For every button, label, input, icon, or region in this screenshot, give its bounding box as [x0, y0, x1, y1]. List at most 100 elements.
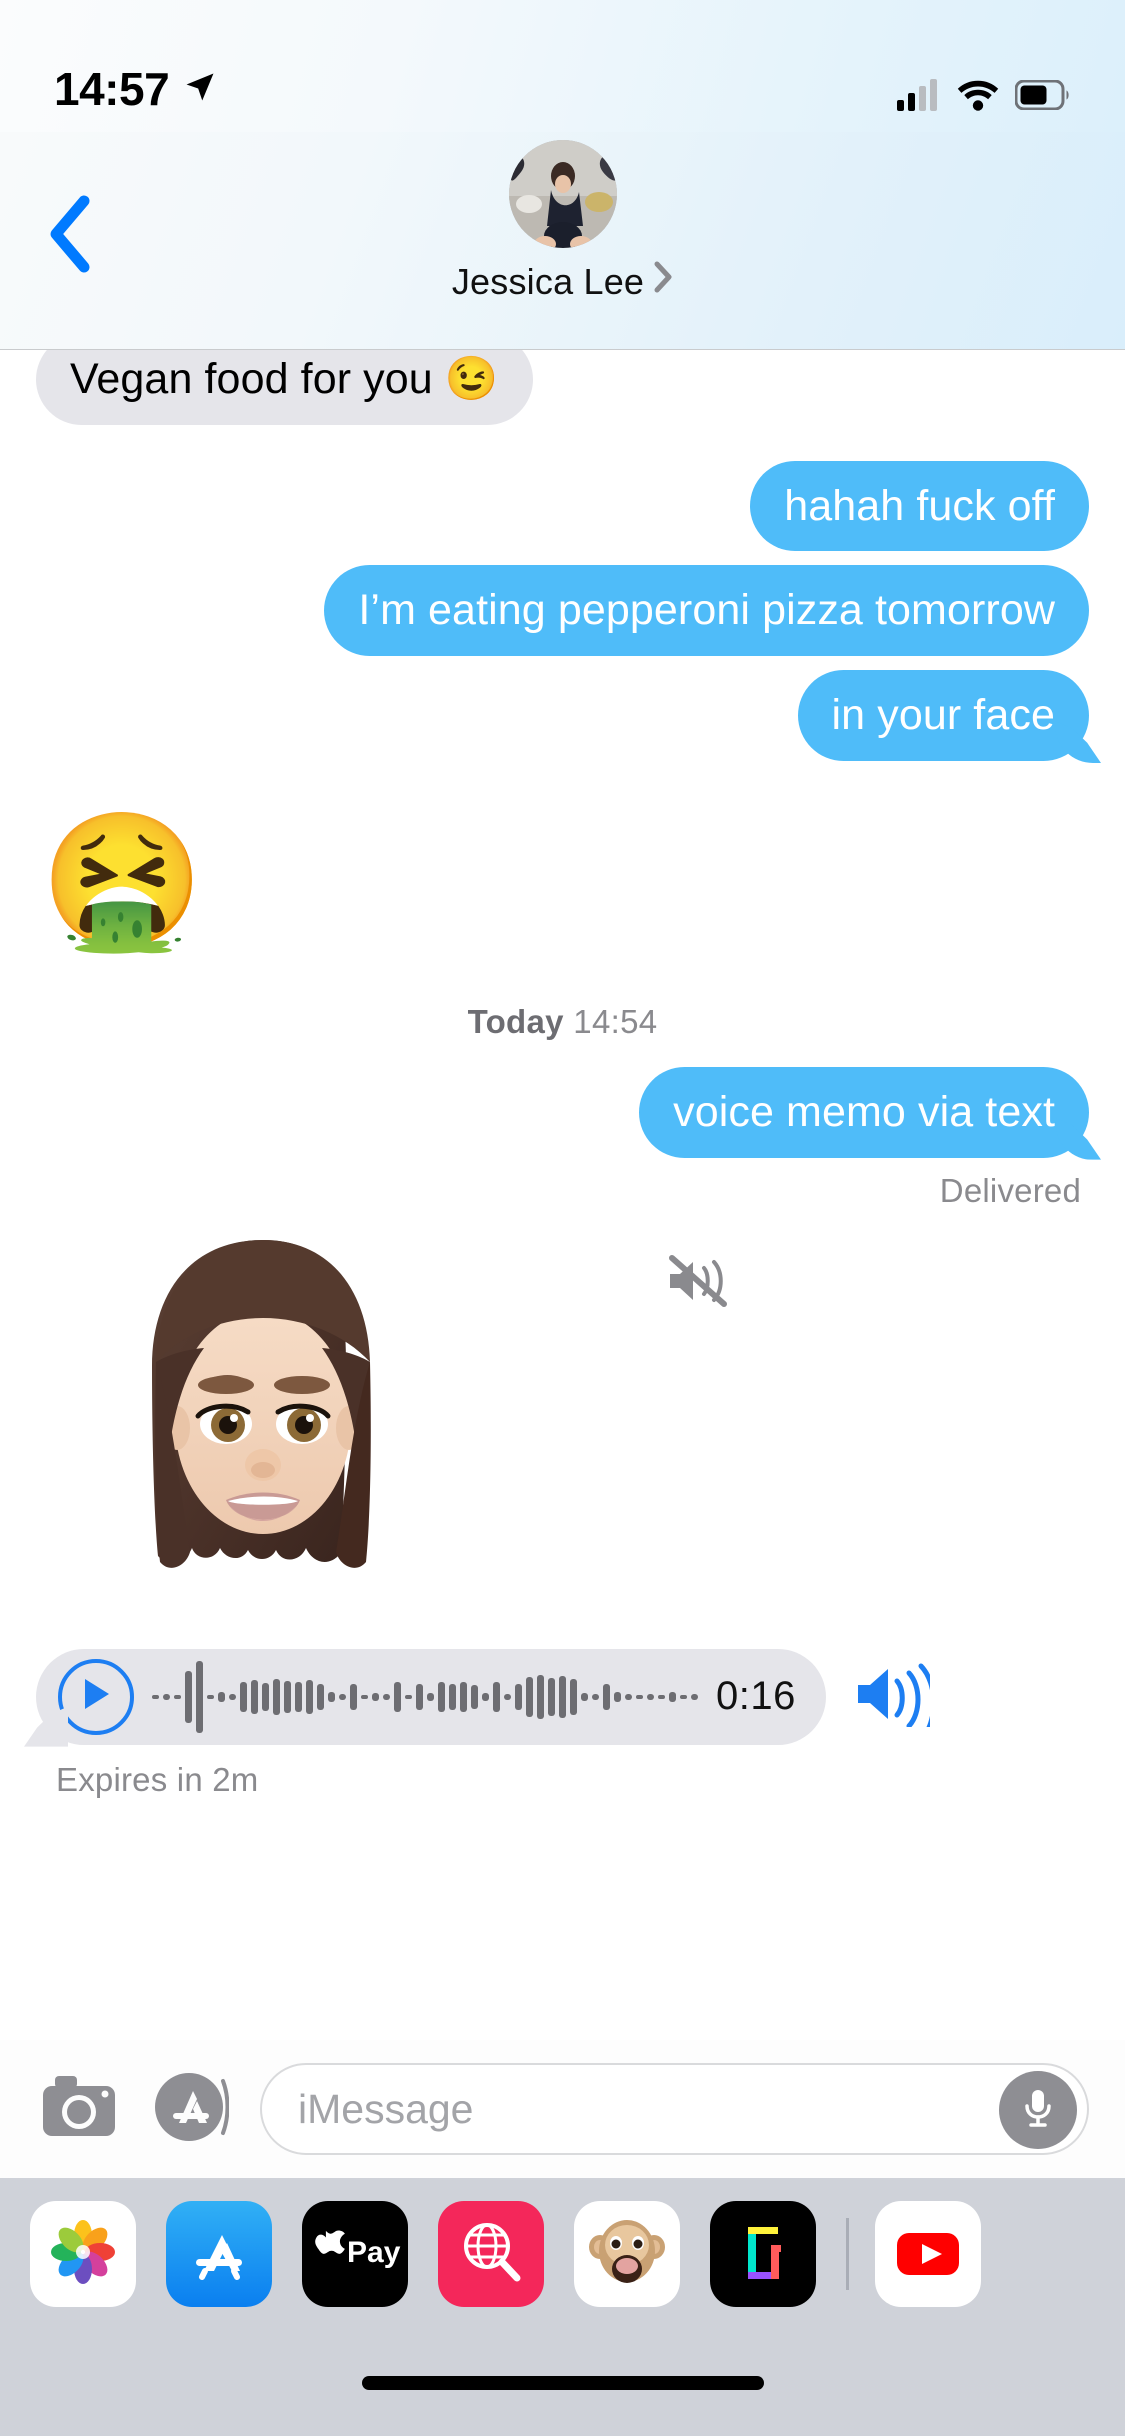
- imessage-conversation-screen: 14:57 Jessica Lee Vegan food for you 😉 h…: [0, 0, 1125, 2436]
- message-thread[interactable]: Vegan food for you 😉 hahah fuck off I’m …: [0, 350, 1125, 2040]
- waveform-bar: [306, 1679, 313, 1714]
- waveform-bar: [647, 1693, 654, 1700]
- message-bubble[interactable]: Vegan food for you 😉: [36, 350, 533, 425]
- message-row-received: Vegan food for you 😉: [0, 350, 1125, 425]
- voice-memo-player[interactable]: 0:16: [36, 1648, 826, 1745]
- camera-button[interactable]: [36, 2066, 122, 2152]
- status-bar: 14:57: [0, 0, 1125, 132]
- waveform-bar: [196, 1660, 203, 1733]
- play-button[interactable]: [58, 1658, 134, 1735]
- app-app-store[interactable]: [166, 2201, 272, 2307]
- waveform-bar: [504, 1693, 511, 1700]
- giphy-icon: [726, 2215, 800, 2294]
- sticker-message[interactable]: [0, 1232, 1125, 1657]
- waveform-bar: [592, 1693, 599, 1700]
- camera-icon: [41, 2074, 117, 2145]
- memoji-sticker[interactable]: [118, 1232, 1089, 1657]
- waveform-bar: [383, 1693, 390, 1700]
- app-apple-pay[interactable]: Pay: [302, 2201, 408, 2307]
- contact-header[interactable]: Jessica Lee: [0, 140, 1125, 303]
- waveform-bar: [251, 1679, 258, 1714]
- app-animoji[interactable]: [574, 2201, 680, 2307]
- waveform-bar: [295, 1681, 302, 1712]
- cellular-bars-icon: [897, 79, 941, 116]
- waveform-bar: [218, 1691, 225, 1702]
- waveform-bar: [174, 1694, 181, 1699]
- timestamp-day: Today: [467, 1002, 564, 1040]
- apps-button[interactable]: [148, 2066, 234, 2152]
- home-indicator[interactable]: [361, 2376, 764, 2390]
- waveform-bar: [372, 1692, 379, 1701]
- speaker-loud-icon[interactable]: [852, 1661, 937, 1743]
- app-youtube[interactable]: [875, 2201, 981, 2307]
- location-arrow-icon: [183, 70, 217, 109]
- waveform-bar: [284, 1680, 291, 1713]
- microphone-button[interactable]: [999, 2071, 1077, 2149]
- waveform-bar: [427, 1692, 434, 1701]
- waveform-bar: [570, 1678, 577, 1715]
- photos-icon: [46, 2215, 120, 2294]
- battery-icon: [1014, 79, 1071, 115]
- app-images[interactable]: [438, 2201, 544, 2307]
- app-giphy[interactable]: [710, 2201, 816, 2307]
- message-bubble[interactable]: I’m eating pepperoni pizza tomorrow: [324, 565, 1089, 657]
- waveform-bar: [416, 1683, 423, 1710]
- waveform-bar: [482, 1692, 489, 1701]
- waveform-bar: [163, 1693, 170, 1700]
- imessage-app-drawer[interactable]: Pay: [0, 2178, 1125, 2330]
- message-row-sent: hahah fuck off: [0, 460, 1125, 552]
- message-input-bar: [0, 2040, 1125, 2178]
- waveform-bar: [581, 1692, 588, 1701]
- contact-name-row[interactable]: Jessica Lee: [452, 260, 673, 303]
- navigation-bar: Jessica Lee: [0, 132, 1125, 350]
- status-badge: Delivered: [939, 1171, 1081, 1209]
- waveform-bar: [471, 1684, 478, 1709]
- waveform-bar: [548, 1677, 555, 1716]
- search-input[interactable]: [298, 2085, 1011, 2133]
- waveform-bar: [603, 1683, 610, 1710]
- waveform-bar: [625, 1693, 632, 1700]
- waveform-bar: [273, 1678, 280, 1715]
- app-photos[interactable]: [30, 2201, 136, 2307]
- status-bar-clock: 14:57: [54, 63, 170, 115]
- app-drawer-divider: [846, 2218, 849, 2290]
- expiry-label: Expires in 2m: [56, 1760, 259, 1798]
- waveform-bar: [262, 1682, 269, 1711]
- thread-timestamp: Today 14:54: [0, 1003, 1125, 1041]
- images-search-icon: [454, 2215, 528, 2294]
- avatar[interactable]: [508, 140, 617, 248]
- message-field[interactable]: [260, 2063, 1089, 2155]
- waveform-bar: [537, 1674, 544, 1719]
- voice-memo-text-bubble[interactable]: voice memo via text: [639, 1066, 1089, 1158]
- waveform-bar: [328, 1691, 335, 1702]
- waveform-bar: [405, 1694, 412, 1699]
- waveform-bar: [460, 1681, 467, 1712]
- message-bubble[interactable]: in your face: [797, 670, 1089, 761]
- waveform-bar: [207, 1694, 214, 1699]
- app-store-icon: [182, 2215, 256, 2294]
- speaker-muted-icon[interactable]: [664, 1252, 730, 1315]
- waveform-bar: [658, 1694, 665, 1699]
- waveform-bar: [152, 1694, 159, 1699]
- emoji-message[interactable]: 🤮: [40, 797, 204, 955]
- monkey-animoji-icon: [587, 2215, 667, 2294]
- waveform-bar: [669, 1691, 676, 1702]
- home-bar: [0, 2330, 1125, 2436]
- voice-memo-player-row: 0:16: [0, 1648, 1125, 1745]
- message-row-sent: I’m eating pepperoni pizza tomorrow: [0, 565, 1125, 657]
- audio-waveform[interactable]: [152, 1660, 698, 1733]
- waveform-bar: [636, 1694, 643, 1699]
- waveform-bar: [515, 1683, 522, 1710]
- timestamp-time: 14:54: [573, 1002, 658, 1040]
- wifi-icon: [957, 79, 999, 116]
- apple-pay-label: Pay: [347, 2236, 401, 2269]
- message-row-emoji: 🤮: [0, 797, 1125, 955]
- status-bar-right: [897, 79, 1071, 116]
- waveform-bar: [185, 1670, 192, 1723]
- waveform-bar: [438, 1681, 445, 1712]
- waveform-bar: [680, 1694, 687, 1699]
- waveform-bar: [449, 1683, 456, 1710]
- waveform-bar: [361, 1694, 368, 1699]
- waveform-bar: [526, 1676, 533, 1717]
- message-bubble[interactable]: hahah fuck off: [750, 460, 1089, 552]
